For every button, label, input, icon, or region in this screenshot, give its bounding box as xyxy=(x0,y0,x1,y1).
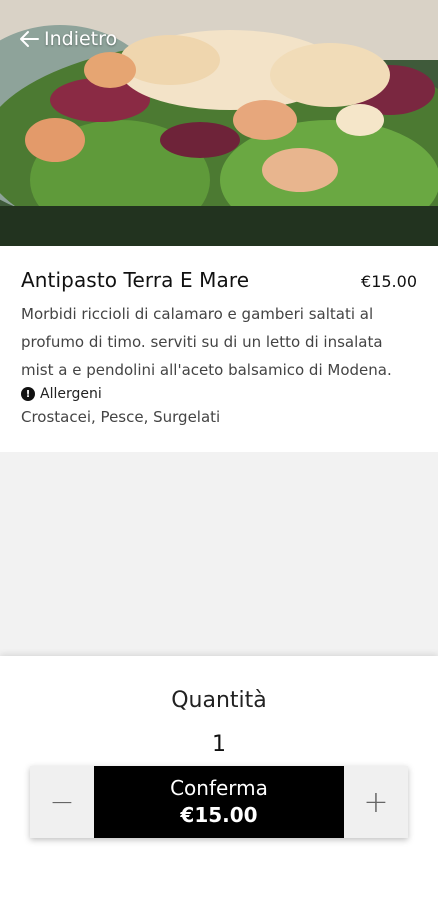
allergen-heading: Allergeni xyxy=(40,386,102,402)
info-icon: ! xyxy=(21,387,35,401)
decrement-button[interactable]: − xyxy=(30,766,94,838)
allergen-list: Crostacei, Pesce, Surgelati xyxy=(21,408,221,426)
allergen-heading-row: ! Allergeni xyxy=(21,386,417,402)
order-panel: Quantità 1 − Conferma €15.00 + xyxy=(0,656,438,900)
title-row: Antipasto Terra E Mare €15.00 xyxy=(21,268,417,292)
quantity-controls: − Conferma €15.00 + xyxy=(30,766,408,838)
back-button[interactable]: Indietro xyxy=(18,28,117,50)
dish-description: Morbidi riccioli di calamaro e gamberi s… xyxy=(21,305,392,379)
back-label: Indietro xyxy=(44,28,118,50)
quantity-value: 1 xyxy=(212,732,226,757)
arrow-left-icon xyxy=(20,31,39,47)
confirm-button[interactable]: Conferma €15.00 xyxy=(94,766,344,838)
confirm-price: €15.00 xyxy=(180,803,258,827)
dish-photo: Indietro xyxy=(0,0,438,246)
confirm-label: Conferma xyxy=(170,776,268,800)
product-details: Antipasto Terra E Mare €15.00 Morbidi ri… xyxy=(0,246,438,452)
dish-name: Antipasto Terra E Mare xyxy=(21,268,250,292)
empty-area xyxy=(0,452,438,656)
dish-price: €15.00 xyxy=(361,272,417,291)
increment-button[interactable]: + xyxy=(344,766,408,838)
quantity-label: Quantità xyxy=(171,688,267,713)
